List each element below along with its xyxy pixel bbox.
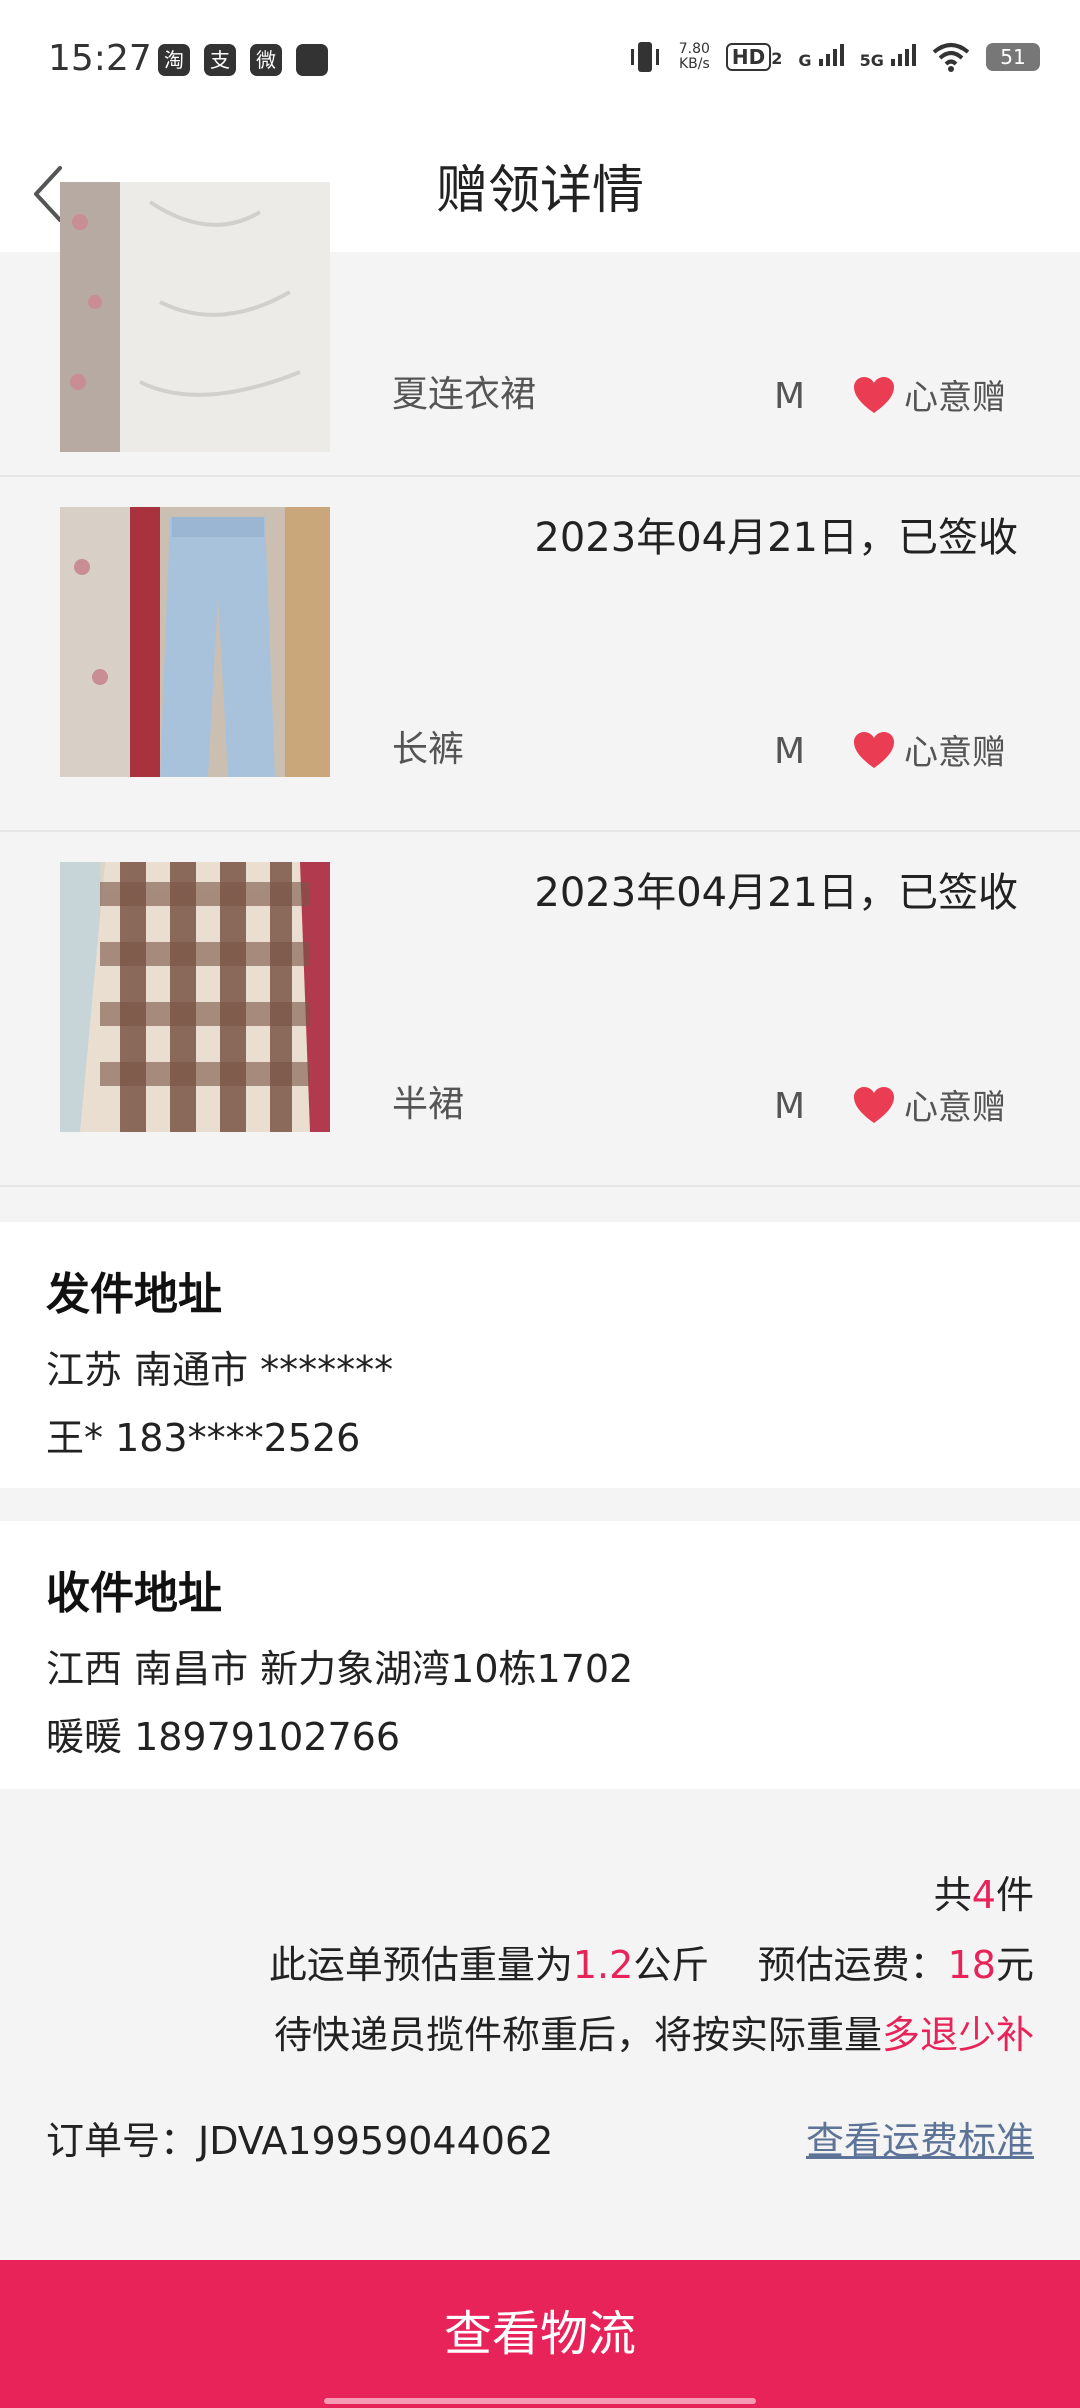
status-app-icons: 淘 支 微 <box>158 44 328 76</box>
battery-icon: 51 <box>986 43 1040 71</box>
item-tag: 心意赠 <box>852 370 1006 419</box>
wifi-icon <box>932 43 970 72</box>
item-count-suffix: 件 <box>995 1873 1034 1917</box>
item-name: 夏连衣裙 <box>392 374 537 415</box>
heart-icon <box>854 376 894 413</box>
item-date: 2023年04月21日，已签收 <box>534 515 1018 561</box>
weight-unit: 公斤 <box>633 1943 710 1987</box>
fee-prefix: 预估运费： <box>757 1943 948 1987</box>
item-thumbnail-dress <box>60 182 330 452</box>
receiver-address-card: 收件地址 江西 南昌市 新力象湖湾10栋1702 暖暖 18979102766 <box>0 1521 1080 1789</box>
fee-standard-link[interactable]: 查看运费标准 <box>806 2110 1034 2165</box>
view-logistics-button[interactable]: 查看物流 <box>0 2260 1080 2408</box>
item-count: 共4件 <box>934 1864 1034 1919</box>
heart-icon <box>854 731 894 768</box>
item-name: 长裤 <box>392 729 465 770</box>
status-indicators: 7.80 KB/s HD 2 G 5G 51 <box>627 40 1040 74</box>
item-count-value: 4 <box>971 1873 996 1917</box>
item-size: M <box>774 731 806 772</box>
weight-note: 待快递员揽件称重后，将按实际重量多退少补 <box>274 2004 1034 2059</box>
item-tag: 心意赠 <box>852 725 1006 774</box>
signal-icon-1: G <box>798 44 844 70</box>
sender-address: 江苏 南通市 ******* <box>46 1348 394 1392</box>
fee-value: 18 <box>947 1943 996 1987</box>
status-bar: 15:27 淘 支 微 7.80 KB/s HD 2 G 5G 51 <box>0 0 1080 120</box>
list-item[interactable]: 2023年04月21日，已签收 半裙 M 心意赠 <box>0 832 1080 1187</box>
note-highlight: 多退少补 <box>881 2013 1034 2057</box>
item-thumbnail-trousers <box>60 507 330 777</box>
item-thumbnail-skirt <box>60 862 330 1132</box>
app-square-icon <box>296 44 328 76</box>
taobao-icon: 淘 <box>158 44 190 76</box>
signal-2-label: 5G <box>859 51 884 70</box>
shipping-summary: 共4件 此运单预估重量为1.2公斤 预估运费：18元 待快递员揽件称重后，将按实… <box>0 1790 1080 2260</box>
hd-sub: 2 <box>771 49 783 68</box>
order-number: 订单号：JDVA19959044062 <box>46 2119 554 2163</box>
item-count-prefix: 共 <box>933 1873 972 1917</box>
heart-icon <box>854 1086 894 1123</box>
sender-contact: 王* 183****2526 <box>46 1416 361 1460</box>
signal-icon-2: 5G <box>860 44 916 70</box>
vibrate-icon <box>630 42 659 72</box>
net-speed-value: 7.80 <box>678 41 710 57</box>
item-list: 夏连衣裙 M 心意赠 2023年04月21日，已签收 长裤 M 心意赠 2023… <box>0 182 1080 1187</box>
net-speed-unit: KB/s <box>678 56 710 72</box>
status-time: 15:27 <box>48 38 152 79</box>
sender-address-card: 发件地址 江苏 南通市 ******* 王* 183****2526 <box>0 1222 1080 1488</box>
list-item[interactable]: 夏连衣裙 M 心意赠 <box>0 182 1080 477</box>
note-prefix: 待快递员揽件称重后，将按实际重量 <box>273 2013 882 2057</box>
item-size: M <box>774 376 806 417</box>
item-date: 2023年04月21日，已签收 <box>534 870 1018 916</box>
list-item[interactable]: 2023年04月21日，已签收 长裤 M 心意赠 <box>0 477 1080 832</box>
sender-title: 发件地址 <box>46 1269 222 1320</box>
item-tag: 心意赠 <box>852 1080 1006 1129</box>
item-size: M <box>774 1086 806 1127</box>
receiver-title: 收件地址 <box>46 1568 222 1619</box>
weight-value: 1.2 <box>572 1943 634 1987</box>
hd-label: HD <box>725 43 772 71</box>
receiver-contact: 暖暖 18979102766 <box>46 1715 401 1759</box>
home-indicator[interactable] <box>324 2398 756 2404</box>
fee-unit: 元 <box>995 1943 1034 1987</box>
net-speed: 7.80 KB/s <box>679 42 710 72</box>
signal-1-label: G <box>798 51 812 70</box>
alipay-icon: 支 <box>204 44 236 76</box>
weight-prefix: 此运单预估重量为 <box>268 1943 573 1987</box>
item-tag-label: 心意赠 <box>904 1088 1006 1128</box>
receiver-address: 江西 南昌市 新力象湖湾10栋1702 <box>46 1647 634 1691</box>
item-name: 半裙 <box>392 1084 465 1125</box>
item-tag-label: 心意赠 <box>904 378 1006 418</box>
hd-icon: HD 2 <box>725 43 783 71</box>
item-tag-label: 心意赠 <box>904 733 1006 773</box>
weight-fee-line: 此运单预估重量为1.2公斤 预估运费：18元 <box>269 1934 1034 1989</box>
wechat-icon: 微 <box>250 44 282 76</box>
